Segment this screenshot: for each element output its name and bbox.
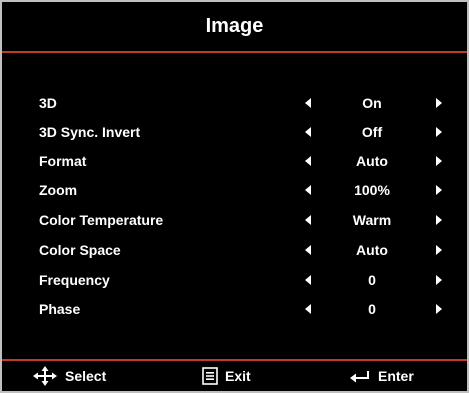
menu-icon	[202, 367, 218, 385]
menu-item-value: On	[362, 95, 382, 111]
arrow-left-icon[interactable]	[305, 98, 311, 108]
arrow-left-icon[interactable]	[305, 156, 311, 166]
arrow-right-icon[interactable]	[436, 185, 442, 195]
arrow-right-icon[interactable]	[436, 304, 442, 314]
menu-header: Image	[2, 2, 467, 51]
arrow-left-icon[interactable]	[305, 245, 311, 255]
page-title: Image	[205, 15, 264, 37]
select-hint[interactable]: Select	[32, 361, 106, 391]
menu-item-label: Frequency	[39, 272, 110, 288]
enter-hint[interactable]: Enter	[349, 361, 414, 391]
menu-item-label: Format	[39, 153, 87, 169]
menu-item-frequency[interactable]: Frequency 0	[2, 268, 467, 293]
arrow-right-icon[interactable]	[436, 275, 442, 285]
menu-item-value: Off	[361, 124, 383, 140]
arrow-left-icon[interactable]	[305, 215, 311, 225]
menu-item-color-temperature[interactable]: Color Temperature Warm	[2, 208, 467, 233]
menu-item-label: 3D	[39, 95, 57, 111]
move-arrows-icon	[33, 366, 57, 386]
menu-item-value: Warm	[352, 212, 392, 228]
menu-item-3d[interactable]: 3D On	[2, 91, 467, 116]
exit-hint[interactable]: Exit	[202, 361, 251, 391]
menu-item-format[interactable]: Format Auto	[2, 149, 467, 174]
menu-item-value: 0	[368, 272, 376, 288]
arrow-right-icon[interactable]	[436, 215, 442, 225]
arrow-right-icon[interactable]	[436, 245, 442, 255]
arrow-right-icon[interactable]	[436, 98, 442, 108]
menu-item-value: 100%	[354, 182, 390, 198]
menu-item-value: Auto	[356, 242, 388, 258]
menu-item-value: 0	[368, 301, 376, 317]
menu-item-color-space[interactable]: Color Space Auto	[2, 238, 467, 263]
arrow-left-icon[interactable]	[305, 185, 311, 195]
header-divider	[2, 51, 467, 53]
arrow-right-icon[interactable]	[436, 156, 442, 166]
menu-item-label: Phase	[39, 301, 81, 317]
exit-label: Exit	[225, 368, 251, 384]
enter-label: Enter	[378, 368, 414, 384]
menu-item-3d-sync-invert[interactable]: 3D Sync. Invert Off	[2, 120, 467, 145]
arrow-left-icon[interactable]	[305, 127, 311, 137]
arrow-left-icon[interactable]	[305, 275, 311, 285]
footer-bar: Select Exit Enter	[2, 361, 467, 391]
menu-item-label: Color Temperature	[39, 212, 164, 228]
arrow-left-icon[interactable]	[305, 304, 311, 314]
enter-return-icon	[350, 371, 369, 383]
menu-item-zoom[interactable]: Zoom 100%	[2, 178, 467, 203]
menu-item-label: 3D Sync. Invert	[39, 124, 141, 140]
menu-item-label: Zoom	[39, 182, 78, 198]
menu-item-value: Auto	[356, 153, 388, 169]
select-label: Select	[65, 368, 107, 384]
osd-menu: Image 3D On 3D Sync. Invert Off Format A…	[0, 0, 469, 393]
arrow-right-icon[interactable]	[436, 127, 442, 137]
menu-item-label: Color Space	[39, 242, 121, 258]
menu-item-phase[interactable]: Phase 0	[2, 297, 467, 322]
